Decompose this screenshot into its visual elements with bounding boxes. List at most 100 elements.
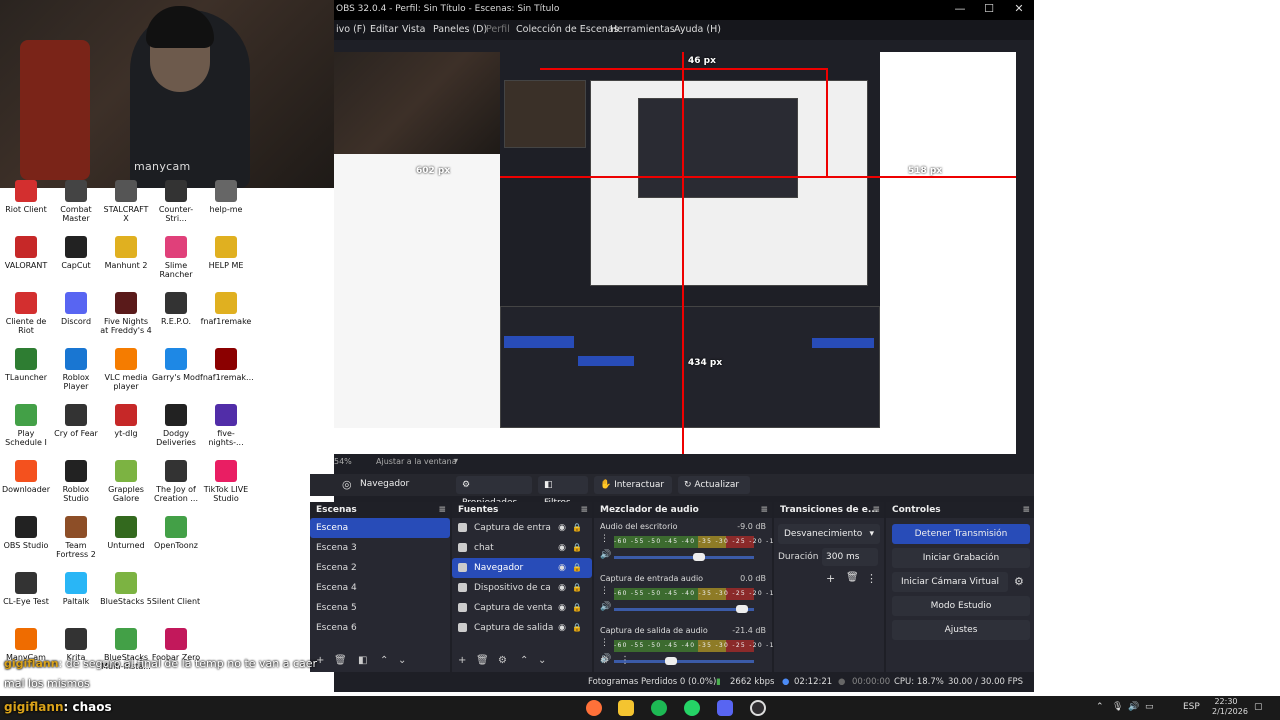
scene-item[interactable]: Escena 6: [310, 618, 450, 638]
chevron-up-icon[interactable]: ⌃: [380, 655, 388, 666]
gear-icon[interactable]: ⚙: [1014, 575, 1024, 588]
scene-item[interactable]: Escena 4: [310, 578, 450, 598]
add-icon[interactable]: +: [826, 572, 835, 585]
lock-icon[interactable]: 🔒: [572, 518, 582, 538]
desktop-icon[interactable]: R.E.P.O.: [150, 292, 202, 326]
clock[interactable]: 22:30 2/1/2026: [1212, 697, 1248, 717]
duration-input[interactable]: 300 ms: [822, 548, 878, 566]
desktop-icon[interactable]: CL-Eye Test: [0, 572, 52, 606]
chevron-up-icon[interactable]: ⌃: [520, 655, 528, 666]
volume-slider[interactable]: [614, 605, 754, 613]
zoom-fit-select[interactable]: Ajustar a la ventana: [376, 457, 457, 466]
menu-edit[interactable]: Editar: [370, 24, 398, 35]
speaker-icon[interactable]: 🔊: [600, 550, 611, 560]
eye-icon[interactable]: ◉: [558, 578, 566, 598]
trash-icon[interactable]: 🗑: [846, 572, 859, 583]
desktop-icon[interactable]: Cry of Fear: [50, 404, 102, 438]
desktop-icon[interactable]: CapCut: [50, 236, 102, 270]
discord-icon[interactable]: [717, 700, 733, 716]
source-item[interactable]: Dispositivo de ca ◉ 🔒: [452, 578, 592, 598]
desktop-icon[interactable]: Silent Client: [150, 572, 202, 606]
menu-dots-icon[interactable]: ⋮: [600, 638, 609, 648]
gear-icon[interactable]: ⚙: [498, 655, 507, 666]
desktop-icon[interactable]: five-nights-...: [200, 404, 252, 447]
trash-icon[interactable]: 🗑: [334, 655, 347, 666]
trash-icon[interactable]: 🗑: [476, 655, 489, 666]
lock-icon[interactable]: 🔒: [572, 618, 582, 638]
zoom-value[interactable]: 54%: [334, 457, 352, 466]
desktop-icon[interactable]: Dodgy Deliveries: [150, 404, 202, 447]
notifications-icon[interactable]: ▢: [1254, 702, 1263, 712]
speaker-icon[interactable]: 🔊: [600, 602, 611, 612]
desktop-icon[interactable]: Cliente de Riot: [0, 292, 52, 335]
lock-icon[interactable]: 🔒: [572, 538, 582, 558]
volume-knob[interactable]: [693, 553, 706, 561]
scene-item[interactable]: Escena 2: [310, 558, 450, 578]
desktop-icon[interactable]: fnaf1remake: [200, 292, 252, 326]
close-button[interactable]: ✕: [1011, 2, 1027, 18]
whatsapp-icon[interactable]: [684, 700, 700, 716]
source-item[interactable]: chat ◉ 🔒: [452, 538, 592, 558]
desktop-icon[interactable]: Roblox Studio: [50, 460, 102, 503]
desktop-icon[interactable]: help-me: [200, 180, 252, 214]
desktop-icon[interactable]: fnaf1remak...: [200, 348, 254, 382]
desktop-icon[interactable]: TLauncher: [0, 348, 52, 382]
source-item[interactable]: Captura de entra ◉ 🔒: [452, 518, 592, 538]
properties-button[interactable]: ⚙ Propiedades: [456, 476, 532, 508]
desktop-icon[interactable]: Discord: [50, 292, 102, 326]
chevron-down-icon[interactable]: ⌄: [538, 655, 546, 666]
source-item[interactable]: Captura de venta ◉ 🔒: [452, 598, 592, 618]
scene-item[interactable]: Escena 3: [310, 538, 450, 558]
eye-icon[interactable]: ◉: [558, 558, 566, 578]
preview-area[interactable]: 46 px 602 px 518 px 434 px: [334, 40, 1034, 470]
firefox-icon[interactable]: [586, 700, 602, 716]
desktop-icon[interactable]: Downloader: [0, 460, 52, 494]
folder-icon[interactable]: [618, 700, 634, 716]
desktop-icon[interactable]: Team Fortress 2: [50, 516, 102, 559]
microphone-icon[interactable]: 🎙: [1112, 702, 1123, 712]
dock-menu-icon[interactable]: ≡: [1022, 502, 1030, 518]
desktop-icon[interactable]: Play Schedule I: [0, 404, 52, 447]
desktop-icon[interactable]: Roblox Player: [50, 348, 102, 391]
menu-scene-collection[interactable]: Colección de Escenas: [516, 24, 619, 35]
dock-menu-icon[interactable]: ≡: [872, 502, 880, 518]
source-item[interactable]: Navegador ◉ 🔒: [452, 558, 592, 578]
eye-icon[interactable]: ◉: [558, 618, 566, 638]
menu-profile[interactable]: Perfil: [486, 24, 510, 35]
studio-mode-button[interactable]: Modo Estudio: [892, 596, 1030, 616]
scene-item[interactable]: Escena: [310, 518, 450, 538]
refresh-button[interactable]: ↻ Actualizar: [678, 476, 750, 494]
desktop-icon[interactable]: OBS Studio: [0, 516, 52, 550]
preview-canvas[interactable]: 46 px 602 px 518 px 434 px: [334, 52, 1016, 470]
desktop-icon[interactable]: Garry's Mod: [150, 348, 202, 382]
speaker-icon[interactable]: 🔊: [1128, 702, 1139, 712]
desktop-icon[interactable]: The Joy of Creation ...: [150, 460, 202, 503]
menu-tools[interactable]: Herramientas: [610, 24, 675, 35]
start-virtual-camera-button[interactable]: Iniciar Cámara Virtual: [892, 572, 1008, 592]
stop-streaming-button[interactable]: Detener Transmisión: [892, 524, 1030, 544]
desktop-icon[interactable]: Counter-Stri...: [150, 180, 202, 223]
dock-menu-icon[interactable]: ≡: [760, 502, 768, 518]
desktop-icon[interactable]: Manhunt 2: [100, 236, 152, 270]
network-icon[interactable]: ▭: [1145, 702, 1154, 712]
desktop-icon[interactable]: Slime Rancher: [150, 236, 202, 279]
settings-button[interactable]: Ajustes: [892, 620, 1030, 640]
volume-knob[interactable]: [735, 605, 748, 613]
desktop-icon[interactable]: BlueStacks 5: [100, 572, 152, 606]
desktop-icon[interactable]: HELP ME: [200, 236, 252, 270]
gear-icon[interactable]: ⚙: [600, 655, 609, 666]
menu-dots-icon[interactable]: ⋮: [620, 655, 630, 666]
language-indicator[interactable]: ESP: [1183, 702, 1200, 712]
volume-slider[interactable]: [614, 553, 754, 561]
filters-button[interactable]: ◧ Filtros: [538, 476, 588, 508]
minimize-button[interactable]: —: [952, 2, 968, 18]
chevron-down-icon[interactable]: ⌄: [398, 655, 406, 666]
lock-icon[interactable]: 🔒: [572, 558, 582, 578]
menu-view[interactable]: Vista: [402, 24, 425, 35]
dock-menu-icon[interactable]: ≡: [438, 502, 446, 518]
chevron-down-icon[interactable]: ▾: [454, 456, 458, 465]
interact-button[interactable]: ✋ Interactuar: [594, 476, 672, 494]
menu-file[interactable]: ivo (F): [336, 24, 366, 35]
source-item[interactable]: Captura de salida ◉ 🔒: [452, 618, 592, 638]
add-icon[interactable]: +: [458, 655, 466, 666]
